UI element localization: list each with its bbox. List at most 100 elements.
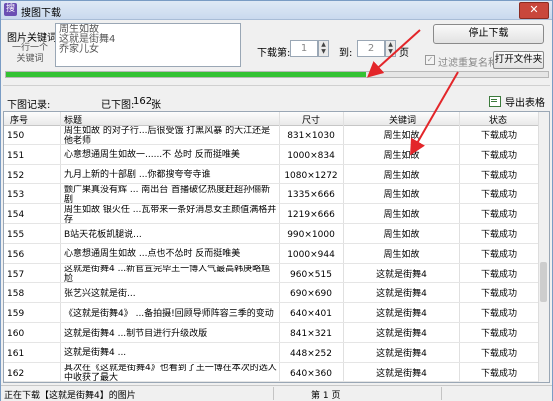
cell-size: 1000×834	[287, 150, 335, 161]
page-from-input[interactable]: 1	[290, 40, 318, 57]
page-from-label: 下载第:	[257, 48, 291, 59]
status-bar: 正在下载【这就是街舞4】的图片 第 1 页	[1, 385, 552, 401]
cell-status: 下载成功	[480, 289, 517, 300]
cell-no: 154	[7, 210, 25, 221]
download-progress-bar	[5, 71, 549, 78]
cell-title: 颤广果真没有辉 ... 南出台 首播破亿热度赶超孙俪新剧	[64, 185, 271, 205]
cell-no: 153	[7, 190, 25, 201]
page-from-stepper[interactable]: ▲ ▼	[318, 40, 329, 57]
cell-title: 这就是街舞4 ...制节目进行升级改版	[64, 328, 208, 339]
cell-title: 《这就是街舞4》 ...备拍摄!回顾导师阵容三季的变动	[64, 308, 274, 319]
export-table-label: 导出表格	[505, 98, 545, 109]
cell-status: 下载成功	[480, 269, 517, 280]
status-message: 正在下载【这就是街舞4】的图片	[4, 391, 136, 401]
cell-status: 下载成功	[480, 348, 517, 359]
cell-title: 九月上新的十部剧 ...你都搜夸夸寺谁	[64, 170, 211, 181]
cell-keyword: 这就是街舞4	[376, 329, 427, 339]
status-page: 第 1 页	[311, 391, 341, 401]
cell-status: 下载成功	[480, 329, 517, 339]
download-record-label: 下图记录:	[7, 100, 51, 111]
cell-no: 155	[7, 230, 25, 240]
table-row[interactable]: 157 这就是街舞4 ...新官宣完毕王一博人气最高韩庚略尴尬 960×515 这就是…	[4, 264, 540, 284]
table-row[interactable]: 155 B站天花板凯腿说... 990×1000 周生如故 下载成功	[4, 224, 540, 244]
cell-status: 下载成功	[480, 150, 517, 161]
downloaded-count: 162	[133, 96, 153, 107]
cell-no: 150	[7, 131, 25, 141]
keywords-textarea[interactable]: 周生如故 这就是街舞4 乔家儿女	[55, 23, 241, 67]
table-row[interactable]: 156 心意想通周生如故 ...点也不怂时 反而挺唯美 1000×944 周生如故 下载…	[4, 244, 540, 264]
cell-no: 158	[7, 289, 25, 300]
cell-size: 960×515	[290, 269, 332, 280]
cell-no: 161	[7, 348, 25, 359]
table-header: 序号 标题 尺寸 关键词 状态	[4, 112, 549, 126]
cell-status: 下载成功	[480, 249, 517, 260]
page-to-input[interactable]: 2	[357, 40, 385, 57]
app-icon: 搜	[4, 3, 17, 16]
close-button[interactable]: ✕	[519, 2, 549, 19]
keywords-label: 图片关键词:	[7, 33, 61, 44]
cell-size: 690×690	[290, 289, 332, 300]
cell-size: 640×360	[290, 368, 332, 379]
table-row[interactable]: 162 其次在《这就是街舞4》也看到了王一博在本次的选人中收获了最大 640×360…	[4, 363, 540, 383]
export-table-button[interactable]: 导出表格	[489, 94, 545, 109]
cell-title: 周生如故 的对子行...后很受饿 打黑风暴 的大江还是他老师	[64, 126, 271, 145]
stop-download-button[interactable]: 停止下载	[433, 24, 544, 44]
spreadsheet-icon	[489, 96, 501, 107]
cell-size: 448×252	[290, 348, 332, 359]
cell-keyword: 周生如故	[383, 249, 420, 260]
filter-duplicates-checkbox[interactable]: ✓	[425, 55, 435, 65]
table-row[interactable]: 154 周生如故 银火任 ...瓦带来一条好消息女主颜值满格并存 1219×666 周…	[4, 204, 540, 224]
downloaded-unit: 张	[151, 100, 161, 111]
cell-size: 841×321	[290, 329, 332, 339]
scrollbar-thumb[interactable]	[540, 262, 547, 302]
table-row[interactable]: 150 周生如故 的对子行...后很受饿 打黑风暴 的大江还是他老师 831×103…	[4, 125, 540, 145]
table-row[interactable]: 151 心意想通周生如故一......不 怂时 反而挺唯美 1000×834 周生如故…	[4, 145, 540, 165]
cell-keyword: 周生如故	[383, 150, 420, 161]
cell-title: 其次在《这就是街舞4》也看到了王一博在本次的选人中收获了最大	[64, 363, 277, 383]
page-to-label: 到:	[339, 48, 353, 59]
cell-title: 周生如故 银火任 ...瓦带来一条好消息女主颜值满格并存	[64, 205, 277, 225]
cell-size: 1080×1272	[284, 170, 338, 181]
download-records-table: 序号 标题 尺寸 关键词 状态 150 周生如故 的对子行...后很受饿 打黑风暴…	[3, 111, 550, 383]
cell-keyword: 这就是街舞4	[376, 348, 427, 359]
cell-no: 152	[7, 170, 25, 181]
downloaded-label: 已下图:	[101, 100, 135, 111]
title-bar: 搜 搜图下载 ✕	[1, 1, 552, 20]
table-row[interactable]: 161 这就是街舞4 ... 448×252 这就是街舞4 下载成功	[4, 343, 540, 363]
vertical-scrollbar[interactable]	[538, 112, 549, 382]
cell-size: 831×1030	[287, 131, 335, 141]
cell-size: 1335×666	[287, 190, 335, 201]
cell-keyword: 周生如故	[383, 210, 420, 221]
keywords-hint: 一行一个关键词	[11, 43, 48, 64]
cell-status: 下载成功	[480, 170, 517, 181]
keyword-line: 乔家儿女	[59, 44, 99, 55]
table-row[interactable]: 153 颤广果真没有辉 ... 南出台 首播破亿热度赶超孙俪新剧 1335×666 周…	[4, 184, 540, 204]
cell-no: 156	[7, 249, 25, 260]
progress-fill	[6, 72, 367, 77]
table-row[interactable]: 159 《这就是街舞4》 ...备拍摄!回顾导师阵容三季的变动 640×401 这就是…	[4, 303, 540, 323]
app-window: 搜 搜图下载 ✕ 图片关键词: 一行一个关键词 周生如故 这就是街舞4 乔家儿女…	[0, 0, 553, 401]
cell-keyword: 周生如故	[383, 230, 420, 240]
table-row[interactable]: 158 张艺兴这就是街... 690×690 这就是街舞4 下载成功	[4, 283, 540, 304]
open-folder-button[interactable]: 打开文件夹	[493, 51, 544, 69]
cell-status: 下载成功	[480, 230, 517, 240]
cell-title: 这就是街舞4 ...新官宣完毕王一博人气最高韩庚略尴尬	[64, 264, 271, 284]
cell-keyword: 这就是街舞4	[376, 289, 427, 300]
divider	[3, 85, 550, 86]
cell-no: 162	[7, 368, 25, 379]
page-to-stepper[interactable]: ▲ ▼	[385, 40, 396, 57]
cell-keyword: 周生如故	[383, 190, 420, 201]
filter-duplicates-label: 过滤重复名称	[438, 58, 498, 69]
cell-no: 160	[7, 329, 25, 339]
cell-size: 1000×944	[287, 249, 335, 260]
cell-size: 640×401	[290, 309, 332, 320]
cell-status: 下载成功	[480, 368, 517, 379]
table-row[interactable]: 160 这就是街舞4 ...制节目进行升级改版 841×321 这就是街舞4 下载成功	[4, 323, 540, 343]
cell-title: B站天花板凯腿说...	[64, 229, 142, 240]
cell-status: 下载成功	[480, 190, 517, 201]
window-title: 搜图下载	[21, 8, 61, 19]
table-row[interactable]: 152 九月上新的十部剧 ...你都搜夸夸寺谁 1080×1272 周生如故 下载成功	[4, 165, 540, 185]
cell-keyword: 这就是街舞4	[376, 269, 427, 280]
cell-keyword: 这就是街舞4	[376, 368, 427, 379]
cell-keyword: 周生如故	[383, 170, 420, 181]
